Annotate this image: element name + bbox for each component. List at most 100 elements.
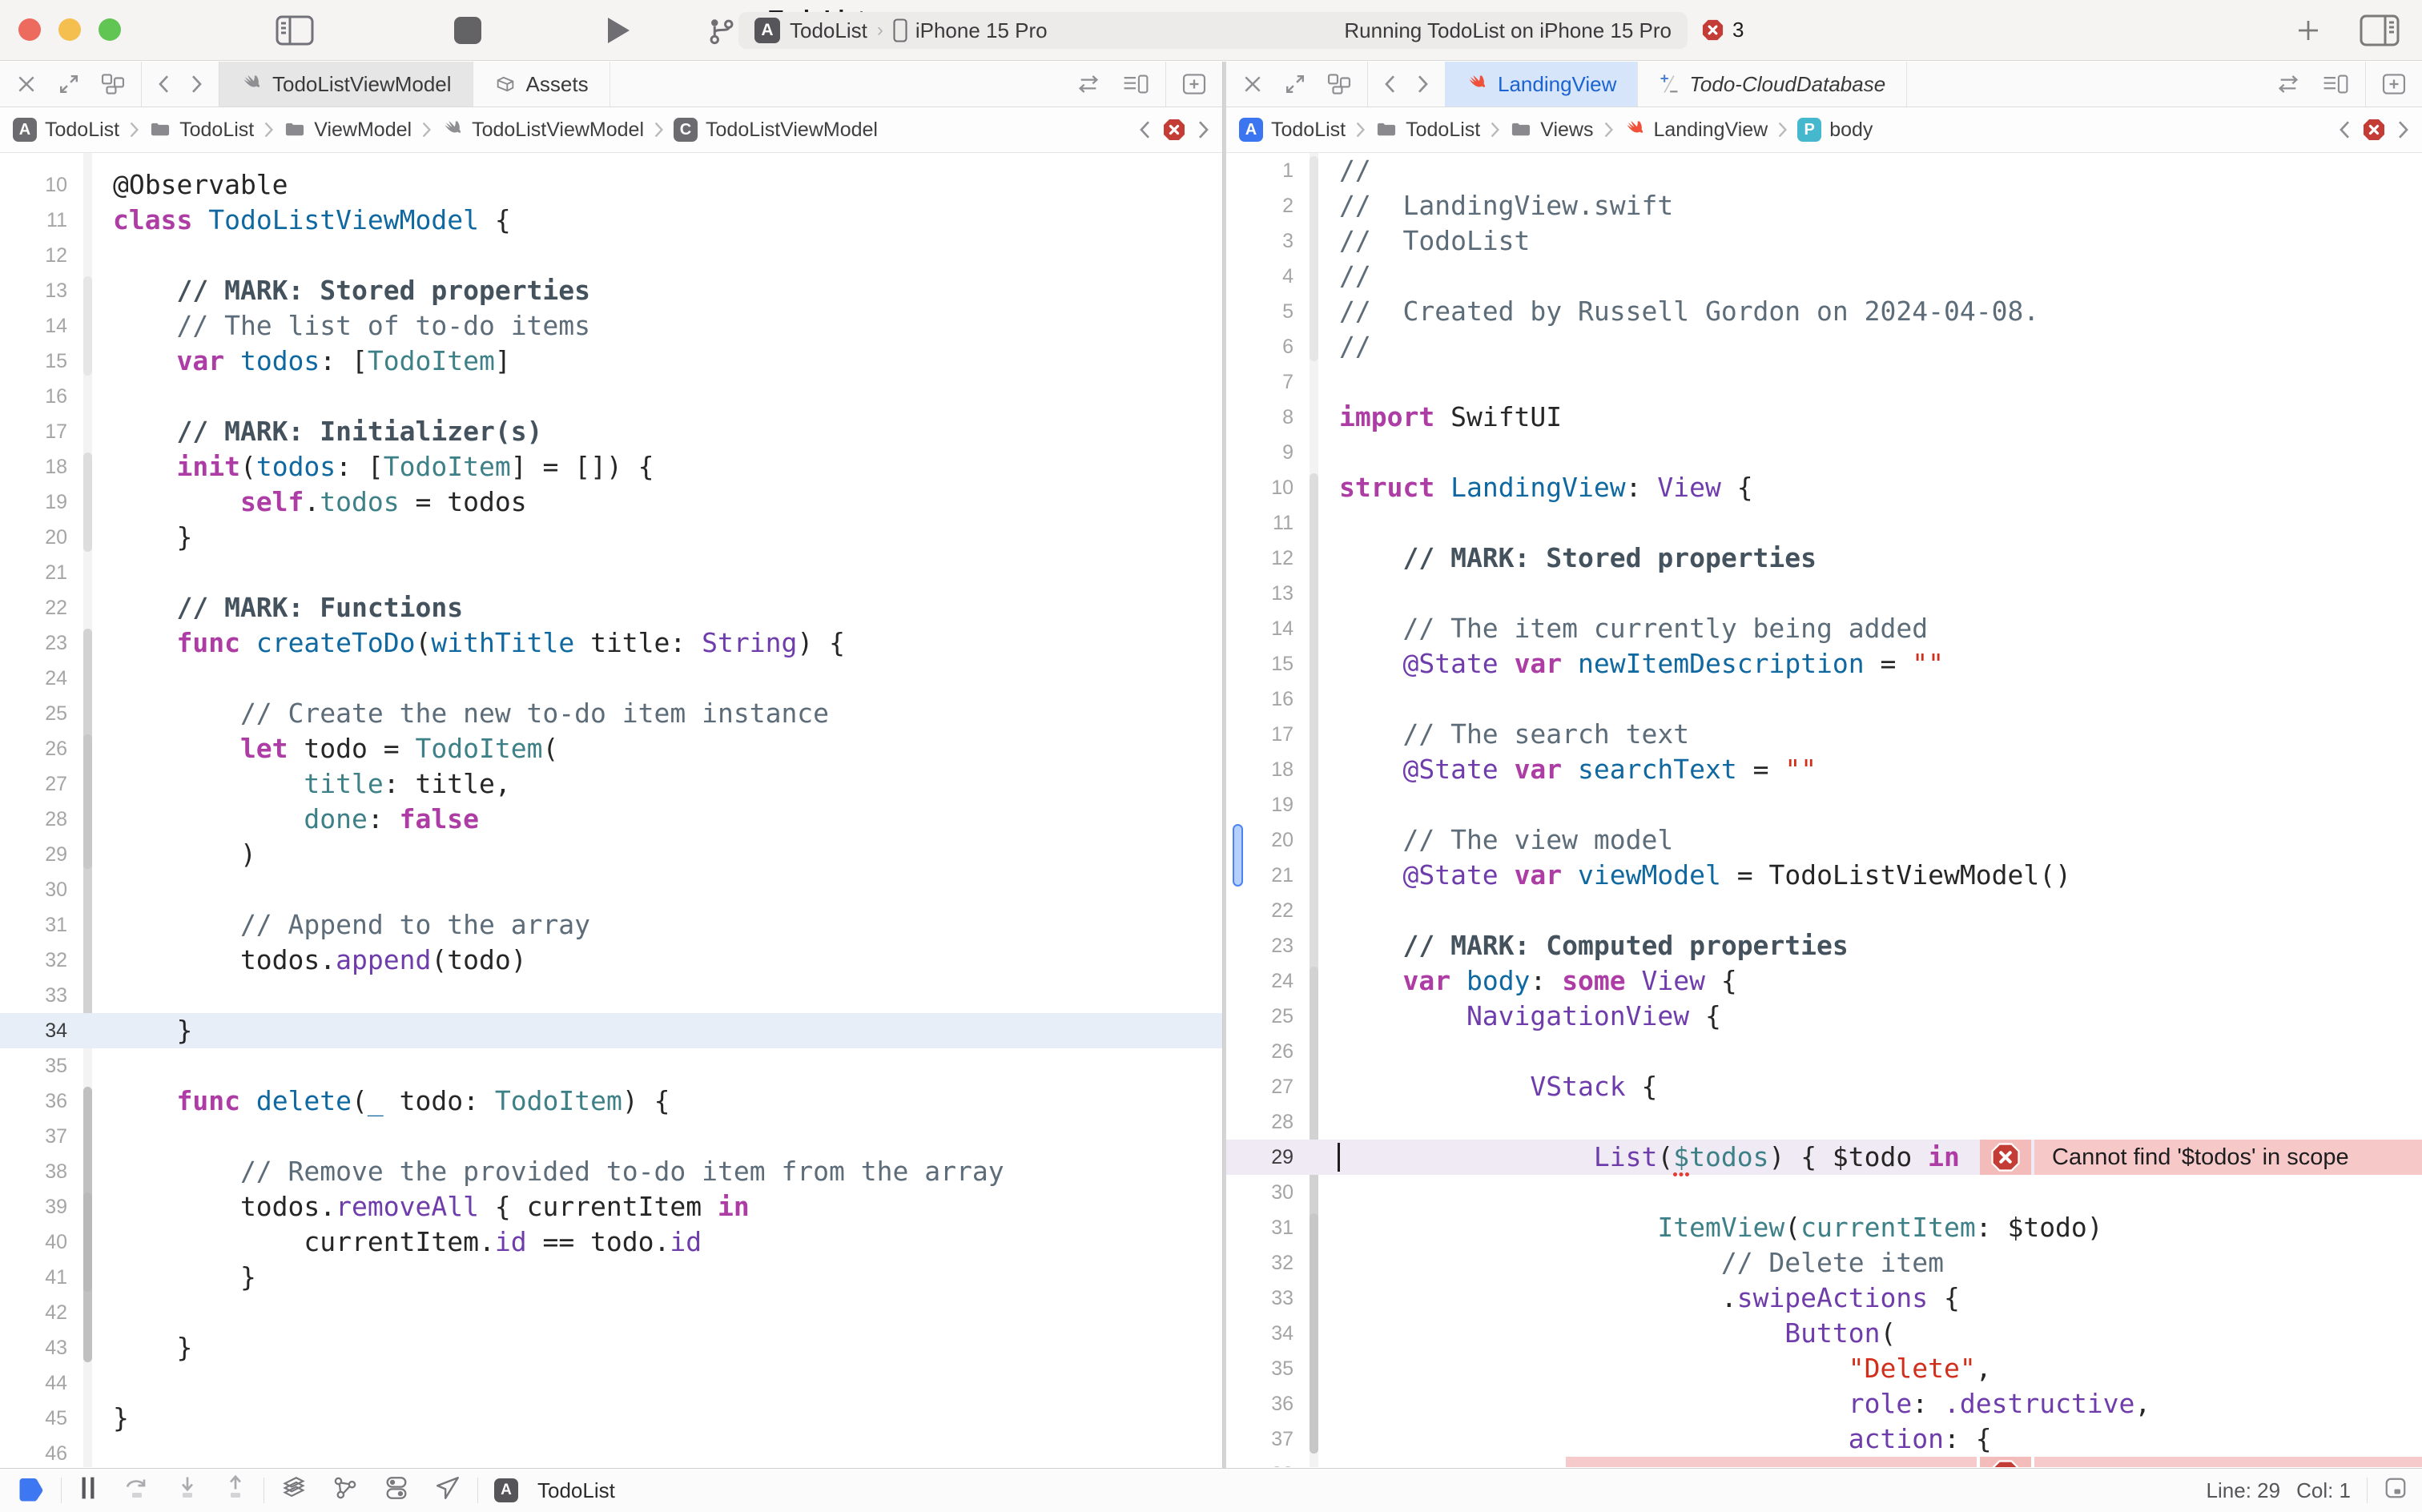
line-number[interactable]: 23 <box>1226 935 1306 958</box>
code-line[interactable]: 10struct LandingView: View { <box>1226 470 2422 505</box>
code-line[interactable]: 26 <box>1226 1034 2422 1069</box>
code-line[interactable]: 46 <box>0 1436 1222 1467</box>
simulate-location-icon[interactable] <box>434 1474 461 1507</box>
code-line[interactable]: 8import SwiftUI <box>1226 400 2422 435</box>
code-line[interactable]: 44 <box>0 1365 1222 1401</box>
line-number[interactable]: 15 <box>1226 653 1306 676</box>
code-line[interactable]: 17 // MARK: Initializer(s) <box>0 414 1222 449</box>
line-number[interactable]: 18 <box>0 456 80 479</box>
line-number[interactable]: 11 <box>0 209 80 232</box>
line-number[interactable]: 38 <box>1226 1463 1306 1468</box>
memory-graph-icon[interactable] <box>332 1474 359 1507</box>
code-line[interactable]: 45} <box>0 1401 1222 1436</box>
line-number[interactable]: 22 <box>0 597 80 620</box>
code-line[interactable]: 24 var body: some View { <box>1226 963 2422 999</box>
previous-issue-icon[interactable] <box>1139 119 1151 140</box>
code-line[interactable]: 43 } <box>0 1330 1222 1365</box>
line-number[interactable]: 19 <box>0 491 80 514</box>
issue-badge-icon[interactable] <box>1162 118 1186 142</box>
code-line[interactable]: 20 } <box>0 520 1222 555</box>
line-number[interactable]: 12 <box>1226 547 1306 570</box>
minimize-window-button[interactable] <box>58 18 81 41</box>
line-number[interactable]: 33 <box>0 984 80 1007</box>
line-number[interactable]: 22 <box>1226 899 1306 923</box>
code-line[interactable]: 25 // Create the new to-do item instance <box>0 696 1222 731</box>
line-number[interactable]: 31 <box>1226 1216 1306 1240</box>
add-tab-button[interactable] <box>2294 16 2323 49</box>
add-editor-icon[interactable] <box>2382 73 2406 95</box>
enter-fullscreen-icon[interactable] <box>58 73 80 95</box>
code-line[interactable]: 11 <box>1226 505 2422 541</box>
code-line[interactable]: 33 .swipeActions { <box>1226 1281 2422 1316</box>
code-line[interactable]: 7 <box>1226 364 2422 400</box>
code-line[interactable]: 9 <box>1226 435 2422 470</box>
line-number[interactable]: 7 <box>1226 371 1306 394</box>
code-line[interactable]: 30 <box>1226 1175 2422 1210</box>
line-number[interactable]: 18 <box>1226 758 1306 782</box>
line-number[interactable]: 30 <box>1226 1181 1306 1204</box>
code-line[interactable]: 14 // The item currently being added <box>1226 611 2422 646</box>
code-line[interactable]: 15 var todos: [TodoItem] <box>0 344 1222 379</box>
swap-file-icon[interactable] <box>2275 73 2301 95</box>
line-number[interactable]: 33 <box>1226 1287 1306 1310</box>
code-line[interactable]: 34 Button( <box>1226 1316 2422 1351</box>
line-number[interactable]: 29 <box>0 843 80 867</box>
code-line[interactable]: 11class TodoListViewModel { <box>0 203 1222 238</box>
line-number[interactable]: 5 <box>1226 300 1306 324</box>
line-number[interactable]: 45 <box>0 1407 80 1430</box>
code-line[interactable]: 35 "Delete", <box>1226 1351 2422 1386</box>
error-badge[interactable] <box>1980 1140 2031 1175</box>
pause-icon[interactable] <box>78 1475 99 1506</box>
line-number[interactable]: 17 <box>1226 723 1306 746</box>
code-line[interactable]: 34 } <box>0 1013 1222 1048</box>
toggle-navigator-sidebar-icon[interactable] <box>276 15 314 46</box>
code-line[interactable]: 40 currentItem.id == todo.id <box>0 1224 1222 1260</box>
code-line[interactable]: 23 func createToDo(withTitle title: Stri… <box>0 625 1222 661</box>
editor-options-icon[interactable] <box>1122 73 1149 95</box>
line-number[interactable]: 4 <box>1226 265 1306 288</box>
code-line[interactable]: 36 func delete(_ todo: TodoItem) { <box>0 1084 1222 1119</box>
run-button[interactable] <box>605 15 632 50</box>
run-destination-device[interactable]: iPhone 15 Pro <box>915 18 1048 43</box>
toggle-inspector-sidebar-icon[interactable] <box>2360 14 2400 50</box>
line-number[interactable]: 28 <box>1226 1111 1306 1134</box>
line-number[interactable]: 32 <box>1226 1252 1306 1275</box>
add-editor-icon[interactable] <box>1182 73 1206 95</box>
line-number[interactable]: 1 <box>1226 159 1306 183</box>
line-number[interactable]: 3 <box>1226 230 1306 253</box>
code-line[interactable]: 28 <box>1226 1104 2422 1140</box>
line-number[interactable]: 11 <box>1226 512 1306 535</box>
tab-LandingView[interactable]: LandingView <box>1445 62 1638 107</box>
line-number[interactable]: 31 <box>0 914 80 937</box>
error-annotation[interactable]: Cannot find '$todos' in scope <box>2034 1140 2422 1175</box>
code-line[interactable]: 31 ItemView(currentItem: $todo) <box>1226 1210 2422 1245</box>
line-number[interactable]: 27 <box>0 773 80 796</box>
breadcrumb-item[interactable]: ATodoList <box>1239 118 1346 142</box>
code-line[interactable]: 19 <box>1226 787 2422 822</box>
line-number[interactable]: 20 <box>1226 829 1306 852</box>
code-line[interactable]: 32 // Delete item <box>1226 1245 2422 1281</box>
view-hierarchy-icon[interactable] <box>280 1474 308 1507</box>
line-number[interactable]: 19 <box>1226 794 1306 817</box>
code-line[interactable]: 18 @State var searchText = "" <box>1226 752 2422 787</box>
code-line[interactable]: 18 init(todos: [TodoItem] = []) { <box>0 449 1222 485</box>
code-line[interactable]: 37 <box>0 1119 1222 1154</box>
line-number[interactable]: 35 <box>1226 1357 1306 1381</box>
code-line[interactable]: 39 todos.removeAll { currentItem in <box>0 1189 1222 1224</box>
code-line[interactable]: 13 // MARK: Stored properties <box>0 273 1222 308</box>
code-line[interactable]: 27 VStack { <box>1226 1069 2422 1104</box>
step-into-icon[interactable] <box>175 1474 199 1507</box>
line-number[interactable]: 37 <box>0 1125 80 1148</box>
breadcrumb-item[interactable]: CTodoListViewModel <box>674 118 878 142</box>
line-number[interactable]: 21 <box>0 561 80 585</box>
line-number[interactable]: 29 <box>1226 1146 1306 1169</box>
close-split-icon[interactable] <box>16 74 37 94</box>
code-editor[interactable]: 1//2// LandingView.swift3// TodoList4//5… <box>1226 153 2422 1467</box>
editor-layout-icon[interactable] <box>1327 73 1351 95</box>
go-forward-icon[interactable] <box>1417 74 1429 94</box>
code-editor[interactable]: 10@Observable11class TodoListViewModel {… <box>0 153 1222 1467</box>
code-line[interactable]: 26 let todo = TodoItem( <box>0 731 1222 766</box>
line-number[interactable]: 28 <box>0 808 80 831</box>
line-number[interactable]: 36 <box>1226 1393 1306 1416</box>
line-number[interactable]: 13 <box>1226 582 1306 605</box>
